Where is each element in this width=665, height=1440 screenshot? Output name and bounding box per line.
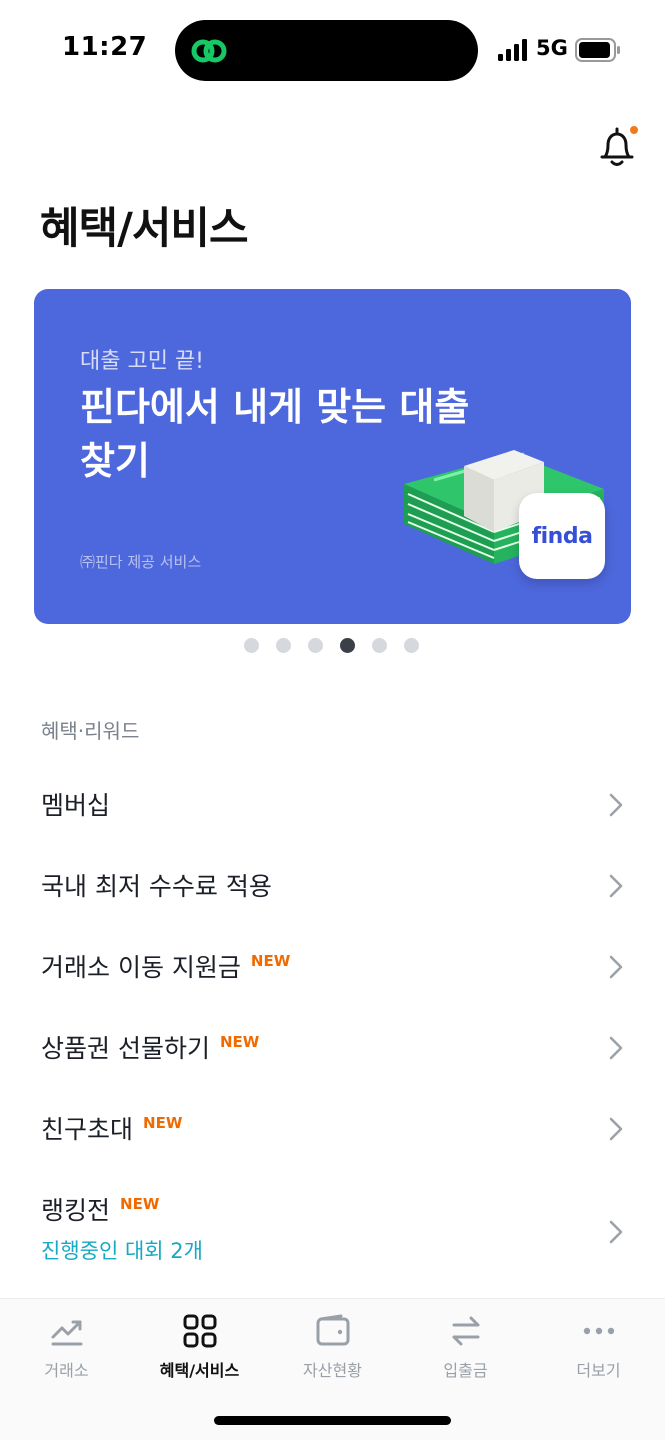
chevron-right-icon [609,1220,623,1244]
menu-item-invite-friends[interactable]: 친구초대 NEW [0,1084,665,1165]
pager-dot[interactable] [404,638,419,653]
tab-label: 더보기 [576,1361,621,1380]
chevron-right-icon [609,955,623,979]
wallet-icon [316,1314,349,1346]
chevron-right-icon [609,1036,623,1060]
tab-label: 자산현황 [303,1361,362,1380]
tab-label: 입출금 [443,1361,488,1380]
pager-dot[interactable] [244,638,259,653]
menu-item-label: 멤버십 [41,791,111,820]
chevron-right-icon [609,874,623,898]
banner-subtitle: 대출 고민 끝! [80,349,205,374]
banner-provider: ㈜핀다 제공 서비스 [80,553,202,571]
home-indicator [214,1416,451,1425]
tab-label: 거래소 [44,1361,89,1380]
carousel-pager [244,638,419,653]
pager-dot-active[interactable] [340,638,355,653]
more-dots-icon [583,1327,614,1335]
tab-label: 혜택/서비스 [159,1361,240,1380]
tab-more[interactable]: 더보기 [532,1313,665,1383]
transfer-arrows-icon [452,1316,479,1346]
menu-item-label: 상품권 선물하기 NEW [41,1033,260,1063]
finda-logo-badge: finda [519,493,605,579]
new-badge: NEW [143,1114,183,1132]
menu-item-lowest-fee[interactable]: 국내 최저 수수료 적용 [0,841,665,922]
menu-item-subtitle: 진행중인 대회 2개 [41,1239,203,1263]
promo-banner[interactable]: 대출 고민 끝! 핀다에서 내게 맞는 대출 찾기 ㈜핀다 제공 서비스 fin… [34,289,631,624]
network-type: 5G [536,36,568,60]
tab-benefits[interactable]: 혜택/서비스 [133,1313,266,1383]
menu-item-label: 랭킹전 NEW [41,1195,160,1225]
battery-icon [575,38,620,62]
chevron-right-icon [609,793,623,817]
dynamic-island [175,20,478,81]
chart-trend-icon [51,1320,82,1346]
benefits-menu: 멤버십 국내 최저 수수료 적용 거래소 이동 지원금 NEW 상품권 선물하기 N… [0,760,665,1275]
grid-icon [183,1314,216,1348]
page-title: 혜택/서비스 [40,204,249,254]
new-badge: NEW [120,1195,160,1213]
status-bar: 11:27 5G [0,0,665,100]
new-badge: NEW [250,952,291,970]
status-time: 11:27 [62,32,148,62]
menu-item-membership[interactable]: 멤버십 [0,760,665,841]
pager-dot[interactable] [372,638,387,653]
notification-bell-icon[interactable] [596,124,640,170]
tab-deposit-withdraw[interactable]: 입출금 [399,1313,532,1383]
signal-icon [498,39,527,61]
tab-assets[interactable]: 자산현황 [266,1313,399,1383]
section-label: 혜택·리워드 [41,719,140,743]
finda-logo-text: finda [531,523,593,549]
pager-dot[interactable] [308,638,323,653]
menu-item-exchange-transfer-support[interactable]: 거래소 이동 지원금 NEW [0,922,665,1003]
link-app-icon [191,39,227,63]
new-badge: NEW [219,1033,260,1051]
menu-item-label: 거래소 이동 지원금 NEW [41,952,291,982]
tab-exchange[interactable]: 거래소 [0,1313,133,1383]
menu-item-label: 국내 최저 수수료 적용 [41,872,272,901]
menu-item-gift-card[interactable]: 상품권 선물하기 NEW [0,1003,665,1084]
pager-dot[interactable] [276,638,291,653]
chevron-right-icon [609,1117,623,1141]
menu-item-ranking[interactable]: 랭킹전 NEW 진행중인 대회 2개 [0,1165,665,1275]
menu-item-label: 친구초대 NEW [41,1114,183,1144]
